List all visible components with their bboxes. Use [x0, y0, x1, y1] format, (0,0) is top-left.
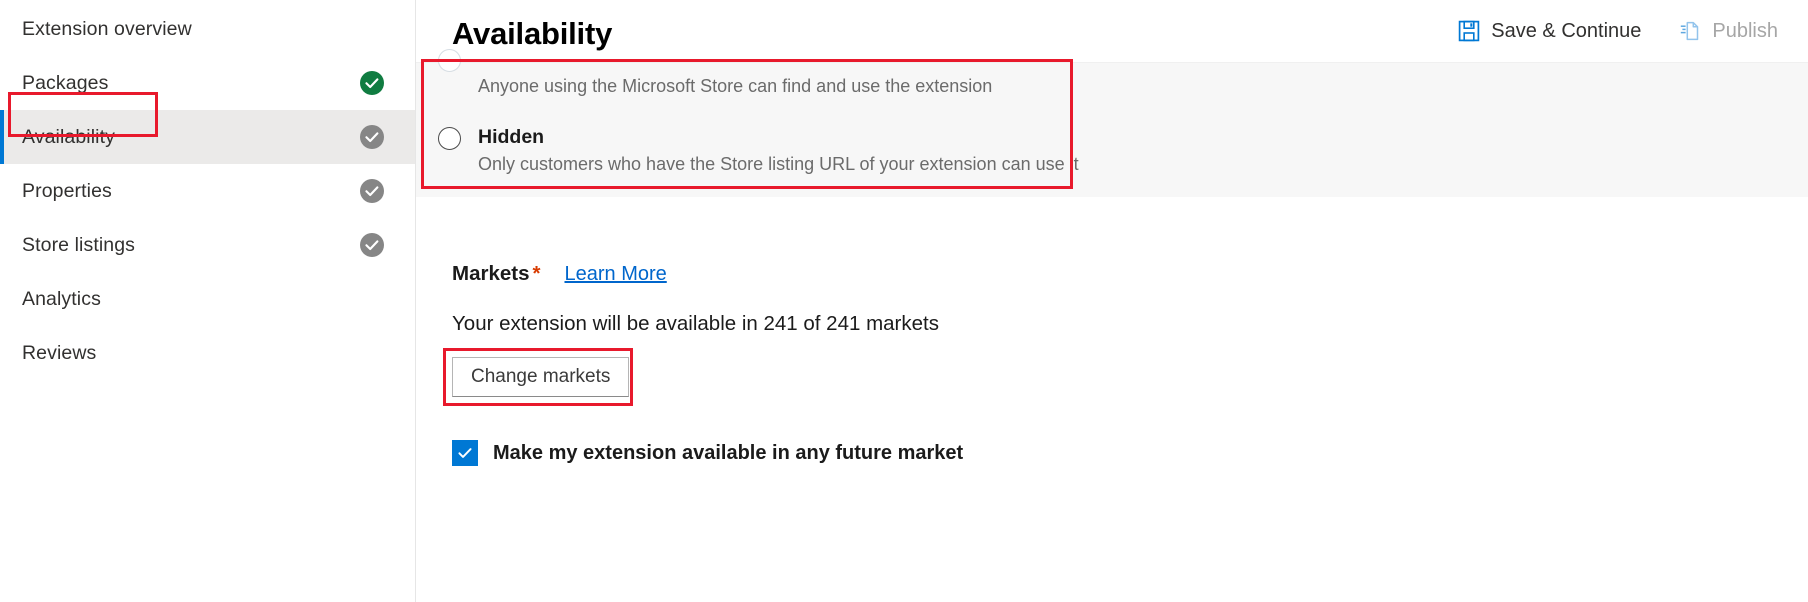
check-circle-pending-icon [360, 125, 384, 149]
required-asterisk: * [532, 262, 541, 285]
radio-option-hidden-description: Only customers who have the Store listin… [478, 154, 1079, 175]
sidebar-item-label: Reviews [22, 341, 97, 364]
radio-option-hidden[interactable]: Hidden Only customers who have the Store… [438, 125, 1079, 177]
sidebar-navigation: Extension overview Packages Availability [0, 0, 416, 602]
markets-title-text: Markets [452, 262, 530, 285]
sidebar-item-label: Store listings [22, 233, 136, 256]
check-circle-complete-icon [360, 71, 384, 95]
save-disk-icon [1458, 20, 1480, 42]
sidebar-item-packages[interactable]: Packages [0, 56, 415, 110]
radio-option-public-texts: Anyone using the Microsoft Store can fin… [478, 47, 992, 99]
main-panel: Availability Save & Continue Publish Any… [416, 0, 1808, 602]
command-bar: Save & Continue Publish [1452, 12, 1784, 50]
radio-button-hidden-icon[interactable] [438, 127, 461, 150]
check-circle-pending-icon [360, 179, 384, 203]
radio-option-public-title [478, 47, 992, 71]
radio-option-public-description: Anyone using the Microsoft Store can fin… [478, 76, 993, 97]
sidebar-item-store-listings[interactable]: Store listings [0, 218, 415, 272]
sidebar-item-properties[interactable]: Properties [0, 164, 415, 218]
learn-more-link[interactable]: Learn More [564, 263, 666, 286]
radio-option-hidden-texts: Hidden Only customers who have the Store… [478, 125, 1079, 177]
save-and-continue-button[interactable]: Save & Continue [1452, 16, 1647, 47]
markets-header: Markets * Learn More [452, 262, 1808, 286]
markets-section: Markets * Learn More Your extension will … [443, 262, 1808, 466]
radio-button-public-icon[interactable] [438, 49, 461, 72]
sidebar-item-label: Extension overview [22, 17, 192, 40]
page-content: Anyone using the Microsoft Store can fin… [416, 49, 1808, 602]
radio-option-hidden-title: Hidden [478, 126, 545, 148]
app-root: Extension overview Packages Availability [0, 0, 1808, 602]
sidebar-item-reviews[interactable]: Reviews [0, 326, 415, 380]
sidebar-item-label: Availability [22, 125, 115, 148]
radio-option-public[interactable]: Anyone using the Microsoft Store can fin… [438, 47, 992, 99]
publish-document-icon [1679, 20, 1701, 42]
change-markets-button[interactable]: Change markets [452, 357, 630, 397]
markets-summary-text: Your extension will be available in 241 … [452, 312, 939, 335]
sidebar-item-analytics[interactable]: Analytics [0, 272, 415, 326]
sidebar-item-extension-overview[interactable]: Extension overview [0, 2, 415, 56]
publish-button[interactable]: Publish [1673, 16, 1784, 47]
sidebar-item-label: Properties [22, 179, 112, 202]
availability-options-group: Anyone using the Microsoft Store can fin… [416, 49, 1808, 197]
publish-label: Publish [1712, 19, 1778, 42]
change-markets-wrapper: Change markets [443, 348, 633, 406]
sidebar-item-label: Analytics [22, 287, 101, 310]
future-market-label[interactable]: Make my extension available in any futur… [493, 442, 963, 465]
sidebar-item-availability[interactable]: Availability [0, 110, 415, 164]
future-market-row[interactable]: Make my extension available in any futur… [452, 440, 1808, 466]
save-and-continue-label: Save & Continue [1491, 19, 1642, 42]
future-market-checkbox[interactable] [452, 440, 478, 466]
markets-title: Markets * [452, 262, 540, 286]
check-circle-pending-icon [360, 233, 384, 257]
sidebar-item-label: Packages [22, 71, 109, 94]
